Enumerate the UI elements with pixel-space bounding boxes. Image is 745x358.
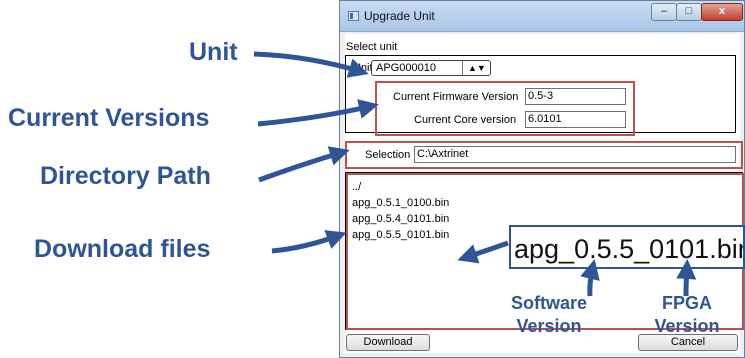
selection-label: Selection xyxy=(365,149,411,161)
callout-software-version: Software Version xyxy=(499,292,599,338)
updown-arrows-icon: ▲▼ xyxy=(468,63,486,73)
close-button[interactable]: x xyxy=(701,3,743,21)
software-version-line1: Software xyxy=(510,293,588,313)
callout-unit: Unit xyxy=(189,38,238,66)
callout-current-versions: Current Versions xyxy=(8,104,210,132)
core-version-field[interactable]: 6.0101 xyxy=(525,111,626,128)
unit-select-divider xyxy=(462,61,463,75)
unit-select[interactable]: APG000010 ▲▼ xyxy=(371,60,491,76)
fpga-version-line1: FPGA xyxy=(661,293,712,313)
app-icon xyxy=(348,11,359,21)
directory-path-arrow xyxy=(258,146,350,183)
window-title: Upgrade Unit xyxy=(364,9,435,23)
selection-path-field[interactable]: C:\Axtrinet xyxy=(414,146,736,163)
firmware-version-field[interactable]: 0.5-3 xyxy=(525,88,626,105)
cancel-button[interactable]: Cancel xyxy=(638,334,738,351)
callout-fpga-version: FPGA Version xyxy=(637,292,737,338)
download-files-arrow xyxy=(271,230,347,254)
unit-label: Unit xyxy=(353,62,373,74)
callout-directory-path: Directory Path xyxy=(40,162,211,190)
title-bar[interactable]: Upgrade Unit – □ x xyxy=(340,1,744,32)
core-version-label: Current Core version xyxy=(414,114,517,126)
download-button[interactable]: Download xyxy=(346,334,430,351)
filename-zoom-text: apg_0.5.5_0101.bin xyxy=(514,234,745,264)
unit-select-value: APG000010 xyxy=(376,62,436,74)
callout-download-files: Download files xyxy=(34,235,211,263)
fpga-version-line2: Version xyxy=(654,316,720,336)
select-unit-group-label: Select unit xyxy=(346,41,398,53)
software-version-line2: Version xyxy=(516,316,582,336)
minimize-button[interactable]: – xyxy=(651,3,677,21)
firmware-version-label: Current Firmware Version xyxy=(393,91,519,103)
filename-zoom-callout: apg_0.5.5_0101.bin xyxy=(509,225,745,269)
maximize-button[interactable]: □ xyxy=(676,3,702,21)
